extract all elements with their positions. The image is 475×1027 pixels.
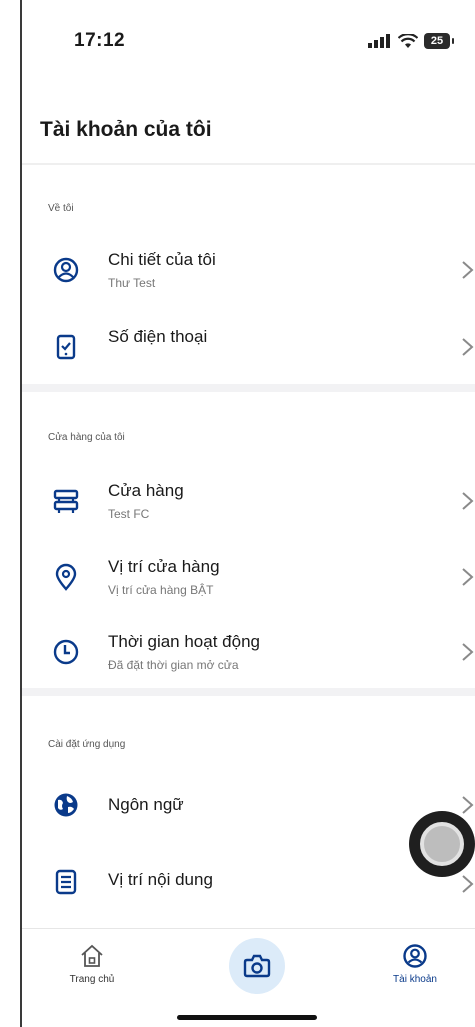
chevron-right-icon [462,338,474,356]
chevron-right-icon [462,492,474,510]
status-bar: 17:12 25 [22,0,475,80]
floating-action-button[interactable] [409,811,475,877]
section-label-my-store: Cửa hàng của tôi [48,432,125,443]
user-circle-icon [53,257,79,283]
menu-item-opening-hours[interactable]: Thời gian hoạt động Đã đặt thời gian mở … [22,620,475,684]
camera-icon [243,954,271,978]
document-icon [55,869,77,895]
camera-button[interactable] [229,938,285,994]
tab-home[interactable]: Trang chủ [37,929,147,999]
wifi-icon [398,33,418,48]
bottom-tab-bar: Trang chủ Tài khoản [22,928,475,1027]
menu-item-phone-number[interactable]: Số điện thoại [22,315,475,379]
menu-item-label: Vị trí cửa hàng [108,557,220,576]
clock-icon [53,639,79,665]
section-separator [22,688,475,696]
battery-indicator: 25 [424,33,454,49]
chevron-right-icon [462,643,474,661]
chevron-right-icon [462,796,474,814]
page-title: Tài khoản của tôi [40,118,212,141]
menu-item-subtitle: Thư Test [108,276,156,290]
section-label-app-settings: Cài đặt ứng dụng [48,739,126,750]
chevron-right-icon [462,261,474,279]
menu-item-subtitle: Test FC [108,507,150,521]
home-icon [81,944,103,967]
menu-item-label: Số điện thoại [108,327,208,346]
status-icons: 25 [368,30,454,52]
menu-item-subtitle: Vị trí cửa hàng BẬT [108,583,214,597]
section-label-about-me: Về tôi [48,203,74,214]
tab-account[interactable]: Tài khoản [360,929,470,999]
section-separator [22,384,475,392]
user-circle-icon [403,944,427,968]
left-frame-border [0,0,22,1027]
menu-item-my-details[interactable]: Chi tiết của tôi Thư Test [22,238,475,302]
floating-button-ring [420,822,464,866]
tab-home-label: Trang chủ [69,974,115,985]
tab-account-label: Tài khoản [393,974,437,985]
chevron-right-icon [462,875,474,893]
globe-icon [54,793,78,817]
menu-item-language[interactable]: Ngôn ngữ [22,775,475,839]
menu-item-content-location[interactable]: Vị trí nội dung [22,850,475,914]
menu-item-label: Ngôn ngữ [108,795,184,814]
store-icon [53,489,79,513]
menu-item-label: Cửa hàng [108,481,184,500]
menu-item-store-location[interactable]: Vị trí cửa hàng Vị trí cửa hàng BẬT [22,545,475,609]
menu-item-subtitle: Đã đặt thời gian mở cửa [108,658,239,672]
battery-level: 25 [430,35,444,47]
menu-item-store[interactable]: Cửa hàng Test FC [22,469,475,533]
location-pin-icon [55,563,77,591]
header-divider [22,163,475,165]
chevron-right-icon [462,568,474,586]
menu-item-label: Chi tiết của tôi [108,250,216,269]
app-screen: 17:12 25 Tài khoản của tôi Về tôi Chi ti… [22,0,475,1027]
home-indicator [177,1015,317,1020]
status-time: 17:12 [74,30,126,51]
signal-icon [368,34,390,48]
phone-icon [56,334,76,360]
menu-item-label: Thời gian hoạt động [108,632,260,651]
menu-item-label: Vị trí nội dung [108,870,213,889]
